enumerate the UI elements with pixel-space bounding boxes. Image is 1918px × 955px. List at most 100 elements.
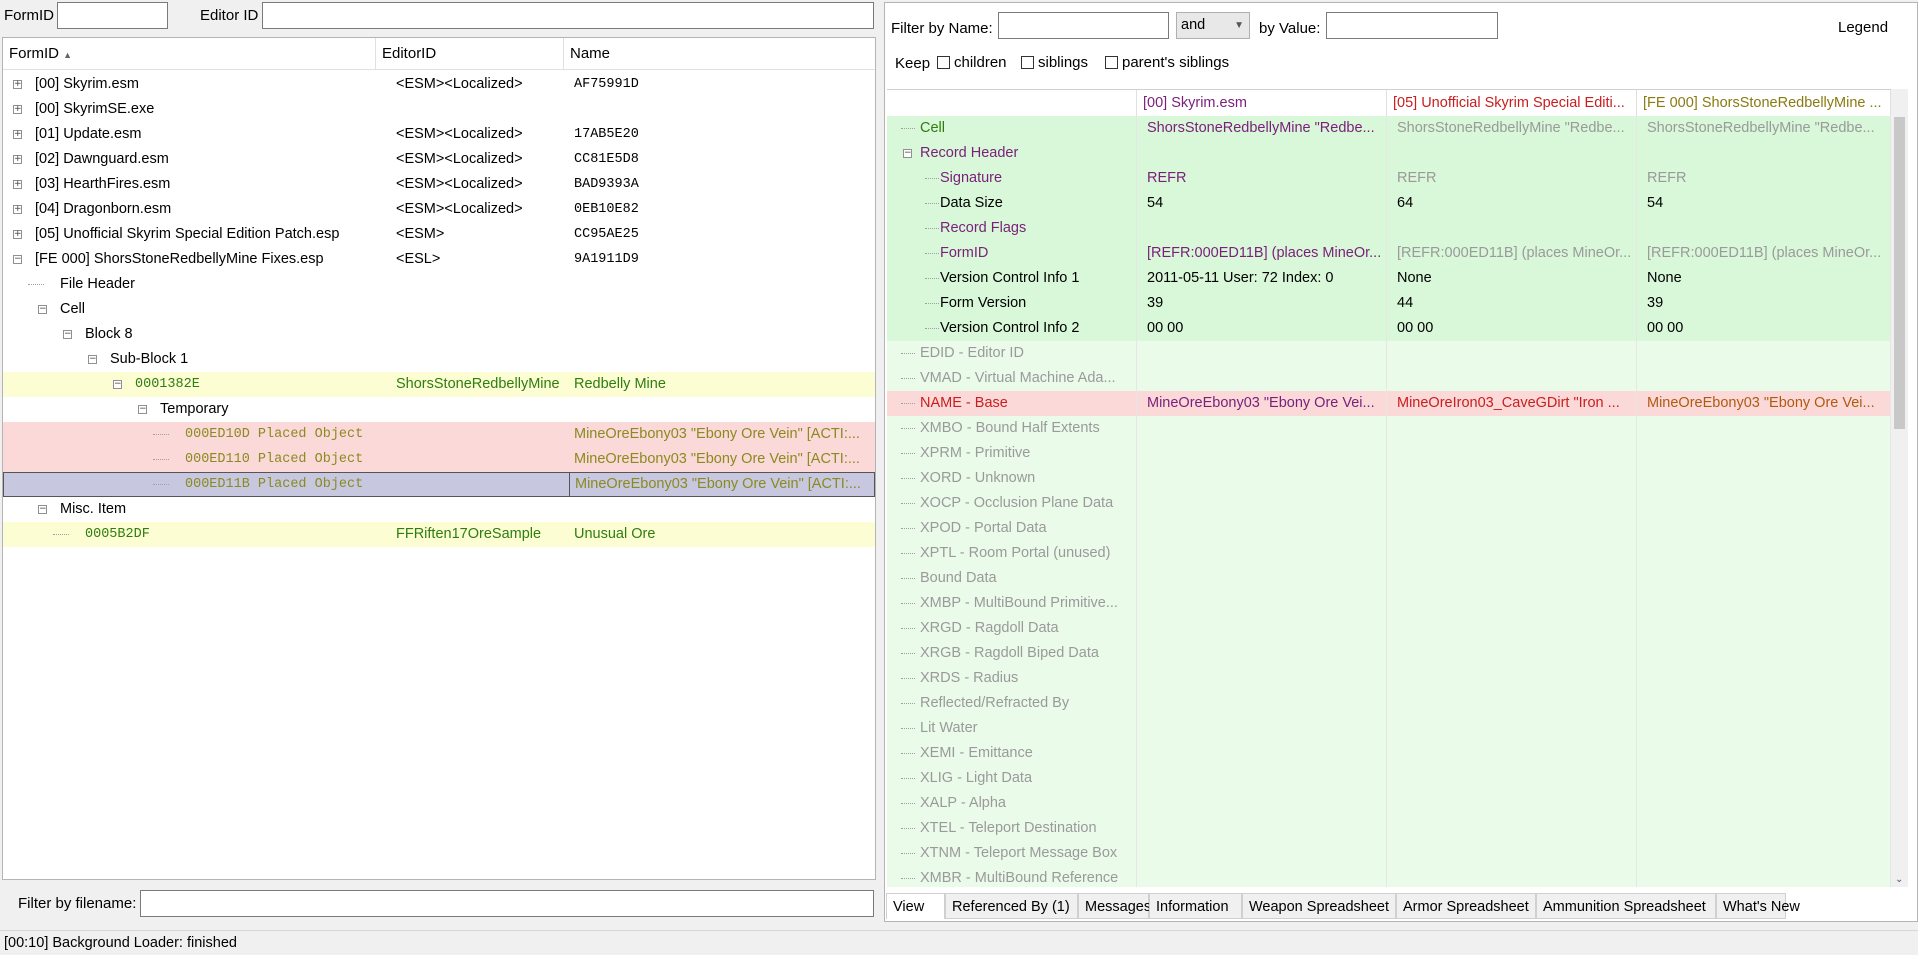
- grid-value-cell[interactable]: [1387, 441, 1637, 466]
- grid-row[interactable]: XMBP - MultiBound Primitive...: [887, 591, 1891, 616]
- tree-row[interactable]: + [02] Dawnguard.esm <ESM><Localized> CC81E…: [3, 147, 875, 172]
- tree-row[interactable]: − 0001382E ShorsStoneRedbellyMine Redbelly …: [3, 372, 875, 397]
- col-editorid-header[interactable]: EditorID: [376, 38, 564, 70]
- editorid-input[interactable]: [262, 2, 874, 29]
- collapse-icon[interactable]: −: [38, 305, 47, 314]
- grid-header-skyrim[interactable]: [00] Skyrim.esm: [1137, 90, 1387, 116]
- grid-value-cell[interactable]: [1137, 566, 1387, 591]
- grid-row[interactable]: Version Control Info 1 2011-05-11 User: 7…: [887, 266, 1891, 291]
- grid-value-cell[interactable]: [1137, 791, 1387, 816]
- grid-value-cell[interactable]: [1637, 141, 1891, 166]
- grid-row[interactable]: XPOD - Portal Data: [887, 516, 1891, 541]
- grid-row[interactable]: XOCP - Occlusion Plane Data: [887, 491, 1891, 516]
- grid-value-cell[interactable]: REFR: [1137, 166, 1387, 191]
- tree-row[interactable]: + [00] Skyrim.esm <ESM><Localized> AF75991D: [3, 72, 875, 97]
- tree-row[interactable]: File Header: [3, 272, 875, 297]
- collapse-icon[interactable]: −: [903, 149, 912, 158]
- grid-value-cell[interactable]: [1637, 466, 1891, 491]
- grid-value-cell[interactable]: [1387, 216, 1637, 241]
- grid-row[interactable]: VMAD - Virtual Machine Ada...: [887, 366, 1891, 391]
- grid-value-cell[interactable]: [1637, 516, 1891, 541]
- tab-what-s-new[interactable]: What's New: [1716, 893, 1800, 919]
- grid-row[interactable]: Record Header −: [887, 141, 1891, 166]
- grid-value-cell[interactable]: [1137, 716, 1387, 741]
- grid-row[interactable]: Bound Data: [887, 566, 1891, 591]
- grid-row[interactable]: Data Size 54 64 54: [887, 191, 1891, 216]
- collapse-icon[interactable]: −: [38, 505, 47, 514]
- grid-value-cell[interactable]: [1387, 791, 1637, 816]
- keep-children-checkbox[interactable]: [937, 56, 950, 69]
- grid-value-cell[interactable]: [1137, 366, 1387, 391]
- grid-value-cell[interactable]: REFR: [1387, 166, 1637, 191]
- grid-value-cell[interactable]: [1137, 616, 1387, 641]
- grid-value-cell[interactable]: [1137, 466, 1387, 491]
- grid-row[interactable]: XEMI - Emittance: [887, 741, 1891, 766]
- record-compare-grid[interactable]: [00] Skyrim.esm [05] Unofficial Skyrim S…: [887, 89, 1891, 887]
- grid-value-cell[interactable]: [1387, 816, 1637, 841]
- grid-value-cell[interactable]: REFR: [1637, 166, 1891, 191]
- grid-value-cell[interactable]: [1387, 616, 1637, 641]
- tree-row[interactable]: + [00] SkyrimSE.exe: [3, 97, 875, 122]
- grid-value-cell[interactable]: [1387, 841, 1637, 866]
- col-formid-header[interactable]: FormID ▲: [3, 38, 376, 70]
- grid-value-cell[interactable]: [1137, 641, 1387, 666]
- grid-value-cell[interactable]: [1137, 216, 1387, 241]
- grid-value-cell[interactable]: [1137, 841, 1387, 866]
- expand-icon[interactable]: +: [13, 180, 22, 189]
- grid-scrollbar[interactable]: ⌄: [1891, 89, 1908, 887]
- expand-icon[interactable]: +: [13, 230, 22, 239]
- grid-row[interactable]: Reflected/Refracted By: [887, 691, 1891, 716]
- tree-row[interactable]: + [04] Dragonborn.esm <ESM><Localized> 0EB1…: [3, 197, 875, 222]
- formid-input[interactable]: [57, 2, 168, 29]
- grid-value-cell[interactable]: 39: [1637, 291, 1891, 316]
- grid-value-cell[interactable]: 00 00: [1137, 316, 1387, 341]
- grid-value-cell[interactable]: [1637, 591, 1891, 616]
- grid-value-cell[interactable]: [1637, 841, 1891, 866]
- expand-icon[interactable]: +: [13, 130, 22, 139]
- expand-icon[interactable]: +: [13, 155, 22, 164]
- grid-value-cell[interactable]: [1637, 866, 1891, 887]
- grid-value-cell[interactable]: [1637, 666, 1891, 691]
- and-or-select[interactable]: and ▼: [1176, 12, 1250, 39]
- grid-value-cell[interactable]: [1137, 491, 1387, 516]
- grid-row[interactable]: XALP - Alpha: [887, 791, 1891, 816]
- grid-value-cell[interactable]: MineOreEbony03 "Ebony Ore Vei...: [1637, 391, 1891, 416]
- grid-row[interactable]: Signature REFR REFR REFR: [887, 166, 1891, 191]
- grid-value-cell[interactable]: [1137, 341, 1387, 366]
- grid-value-cell[interactable]: [1137, 516, 1387, 541]
- grid-value-cell[interactable]: [1637, 366, 1891, 391]
- grid-value-cell[interactable]: [1637, 566, 1891, 591]
- tree-row[interactable]: − [FE 000] ShorsStoneRedbellyMine Fixes.e…: [3, 247, 875, 272]
- tree-row[interactable]: + [01] Update.esm <ESM><Localized> 17AB5E20: [3, 122, 875, 147]
- grid-value-cell[interactable]: [1137, 441, 1387, 466]
- tab-armor-spreadsheet[interactable]: Armor Spreadsheet: [1396, 893, 1536, 919]
- tree-row[interactable]: − Misc. Item: [3, 497, 875, 522]
- grid-value-cell[interactable]: [1637, 491, 1891, 516]
- scrollbar-thumb[interactable]: [1894, 117, 1905, 429]
- grid-row[interactable]: Lit Water: [887, 716, 1891, 741]
- grid-value-cell[interactable]: ShorsStoneRedbellyMine "Redbe...: [1637, 116, 1891, 141]
- grid-value-cell[interactable]: [1637, 541, 1891, 566]
- grid-value-cell[interactable]: [1637, 616, 1891, 641]
- grid-row[interactable]: XRGB - Ragdoll Biped Data: [887, 641, 1891, 666]
- grid-value-cell[interactable]: ShorsStoneRedbellyMine "Redbe...: [1387, 116, 1637, 141]
- grid-row[interactable]: XPTL - Room Portal (unused): [887, 541, 1891, 566]
- grid-row[interactable]: XMBO - Bound Half Extents: [887, 416, 1891, 441]
- tab-weapon-spreadsheet[interactable]: Weapon Spreadsheet: [1242, 893, 1396, 919]
- grid-row[interactable]: XLIG - Light Data: [887, 766, 1891, 791]
- grid-value-cell[interactable]: [1387, 466, 1637, 491]
- tree-row[interactable]: 000ED11B Placed Object MineOreEbony03 "Eb…: [3, 472, 875, 497]
- grid-row[interactable]: XORD - Unknown: [887, 466, 1891, 491]
- grid-row[interactable]: XMBR - MultiBound Reference: [887, 866, 1891, 887]
- collapse-icon[interactable]: −: [138, 405, 147, 414]
- grid-value-cell[interactable]: [1387, 341, 1637, 366]
- tree-row[interactable]: − Cell: [3, 297, 875, 322]
- grid-row[interactable]: XRGD - Ragdoll Data: [887, 616, 1891, 641]
- grid-value-cell[interactable]: 54: [1137, 191, 1387, 216]
- filter-name-input[interactable]: [998, 12, 1169, 39]
- grid-value-cell[interactable]: [REFR:000ED11B] (places MineOr...: [1137, 241, 1387, 266]
- tab-information[interactable]: Information: [1149, 893, 1242, 919]
- grid-value-cell[interactable]: [REFR:000ED11B] (places MineOr...: [1637, 241, 1891, 266]
- keep-siblings-checkbox[interactable]: [1021, 56, 1034, 69]
- grid-row[interactable]: XTNM - Teleport Message Box: [887, 841, 1891, 866]
